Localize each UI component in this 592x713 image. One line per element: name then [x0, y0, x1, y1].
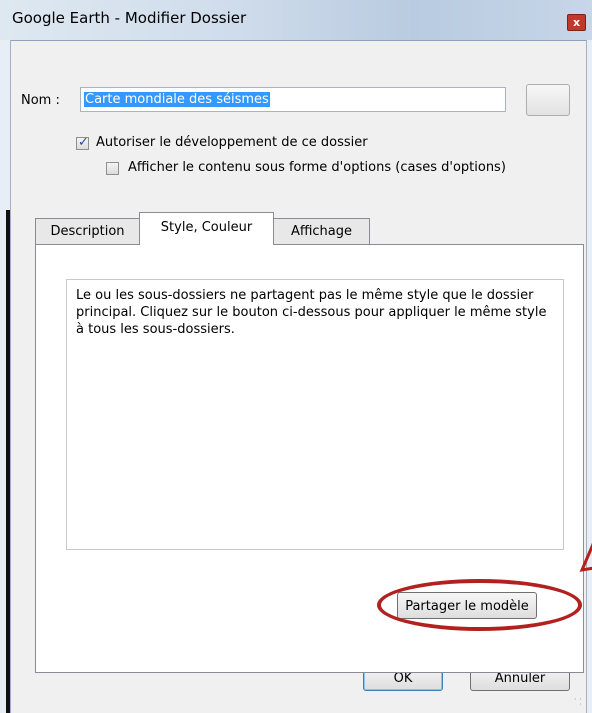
tab-style-couleur[interactable]: Style, Couleur	[139, 212, 274, 245]
tab-description[interactable]: Description	[35, 218, 140, 244]
name-label: Nom :	[21, 93, 60, 108]
name-input[interactable]: Carte mondiale des séismes	[80, 87, 506, 112]
style-message: Le ou les sous-dossiers ne partagent pas…	[76, 288, 547, 337]
highlight-ellipse	[377, 579, 582, 631]
expand-folder-checkbox[interactable]	[76, 135, 89, 150]
close-button[interactable]: x	[567, 14, 586, 31]
radio-options-label: Afficher le contenu sous forme d'options…	[128, 160, 506, 175]
expand-folder-label: Autoriser le développement de ce dossier	[96, 135, 368, 150]
name-input-value: Carte mondiale des séismes	[84, 92, 270, 107]
radio-options-checkbox[interactable]	[106, 162, 119, 175]
window-left-border	[0, 40, 11, 713]
resize-grip-icon[interactable]: · · ·	[574, 696, 584, 709]
window-title: Google Earth - Modifier Dossier	[12, 9, 247, 27]
annotation-arrow	[579, 542, 592, 572]
style-message-box: Le ou les sous-dossiers ne partagent pas…	[66, 279, 564, 550]
folder-icon-button[interactable]	[526, 84, 570, 116]
window-right-border	[586, 40, 592, 713]
tab-affichage[interactable]: Affichage	[273, 218, 370, 244]
